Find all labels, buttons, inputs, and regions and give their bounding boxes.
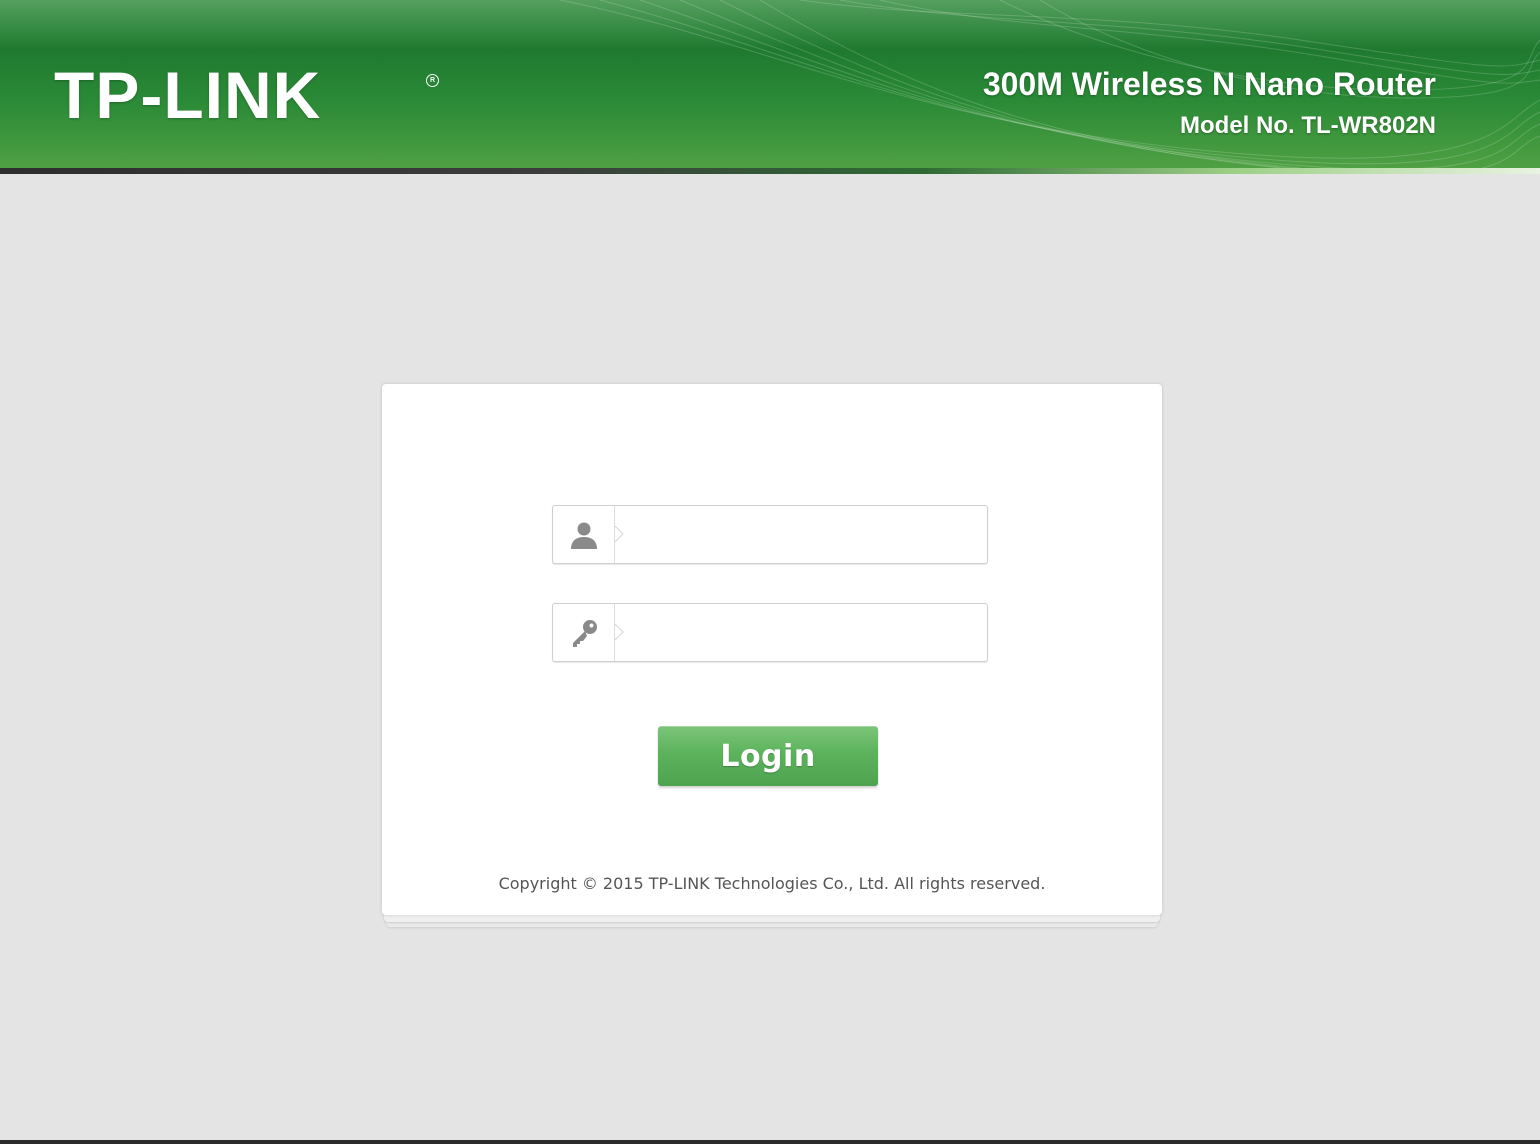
tp-link-logo: TP-LINK <box>54 58 322 132</box>
chevron-right-icon <box>614 526 624 542</box>
key-icon <box>553 604 615 661</box>
username-field[interactable] <box>552 505 988 564</box>
window-bottom-edge <box>0 1140 1540 1144</box>
product-name: 300M Wireless N Nano Router <box>982 66 1436 102</box>
password-input[interactable] <box>627 610 983 656</box>
username-input[interactable] <box>627 512 983 558</box>
model-number: Model No. TL-WR802N <box>1180 112 1436 139</box>
copyright-text: Copyright © 2015 TP-LINK Technologies Co… <box>498 874 1046 893</box>
user-icon <box>553 506 615 563</box>
header-banner: TP-LINK R 300M Wireless N Nano Router Mo… <box>0 0 1540 168</box>
header-divider <box>0 168 1540 174</box>
login-panel: Login Copyright © 2015 TP-LINK Technolog… <box>382 384 1162 915</box>
login-button[interactable]: Login <box>658 726 878 786</box>
registered-mark-icon: R <box>426 74 439 87</box>
password-field[interactable] <box>552 603 988 662</box>
chevron-right-icon <box>614 624 624 640</box>
